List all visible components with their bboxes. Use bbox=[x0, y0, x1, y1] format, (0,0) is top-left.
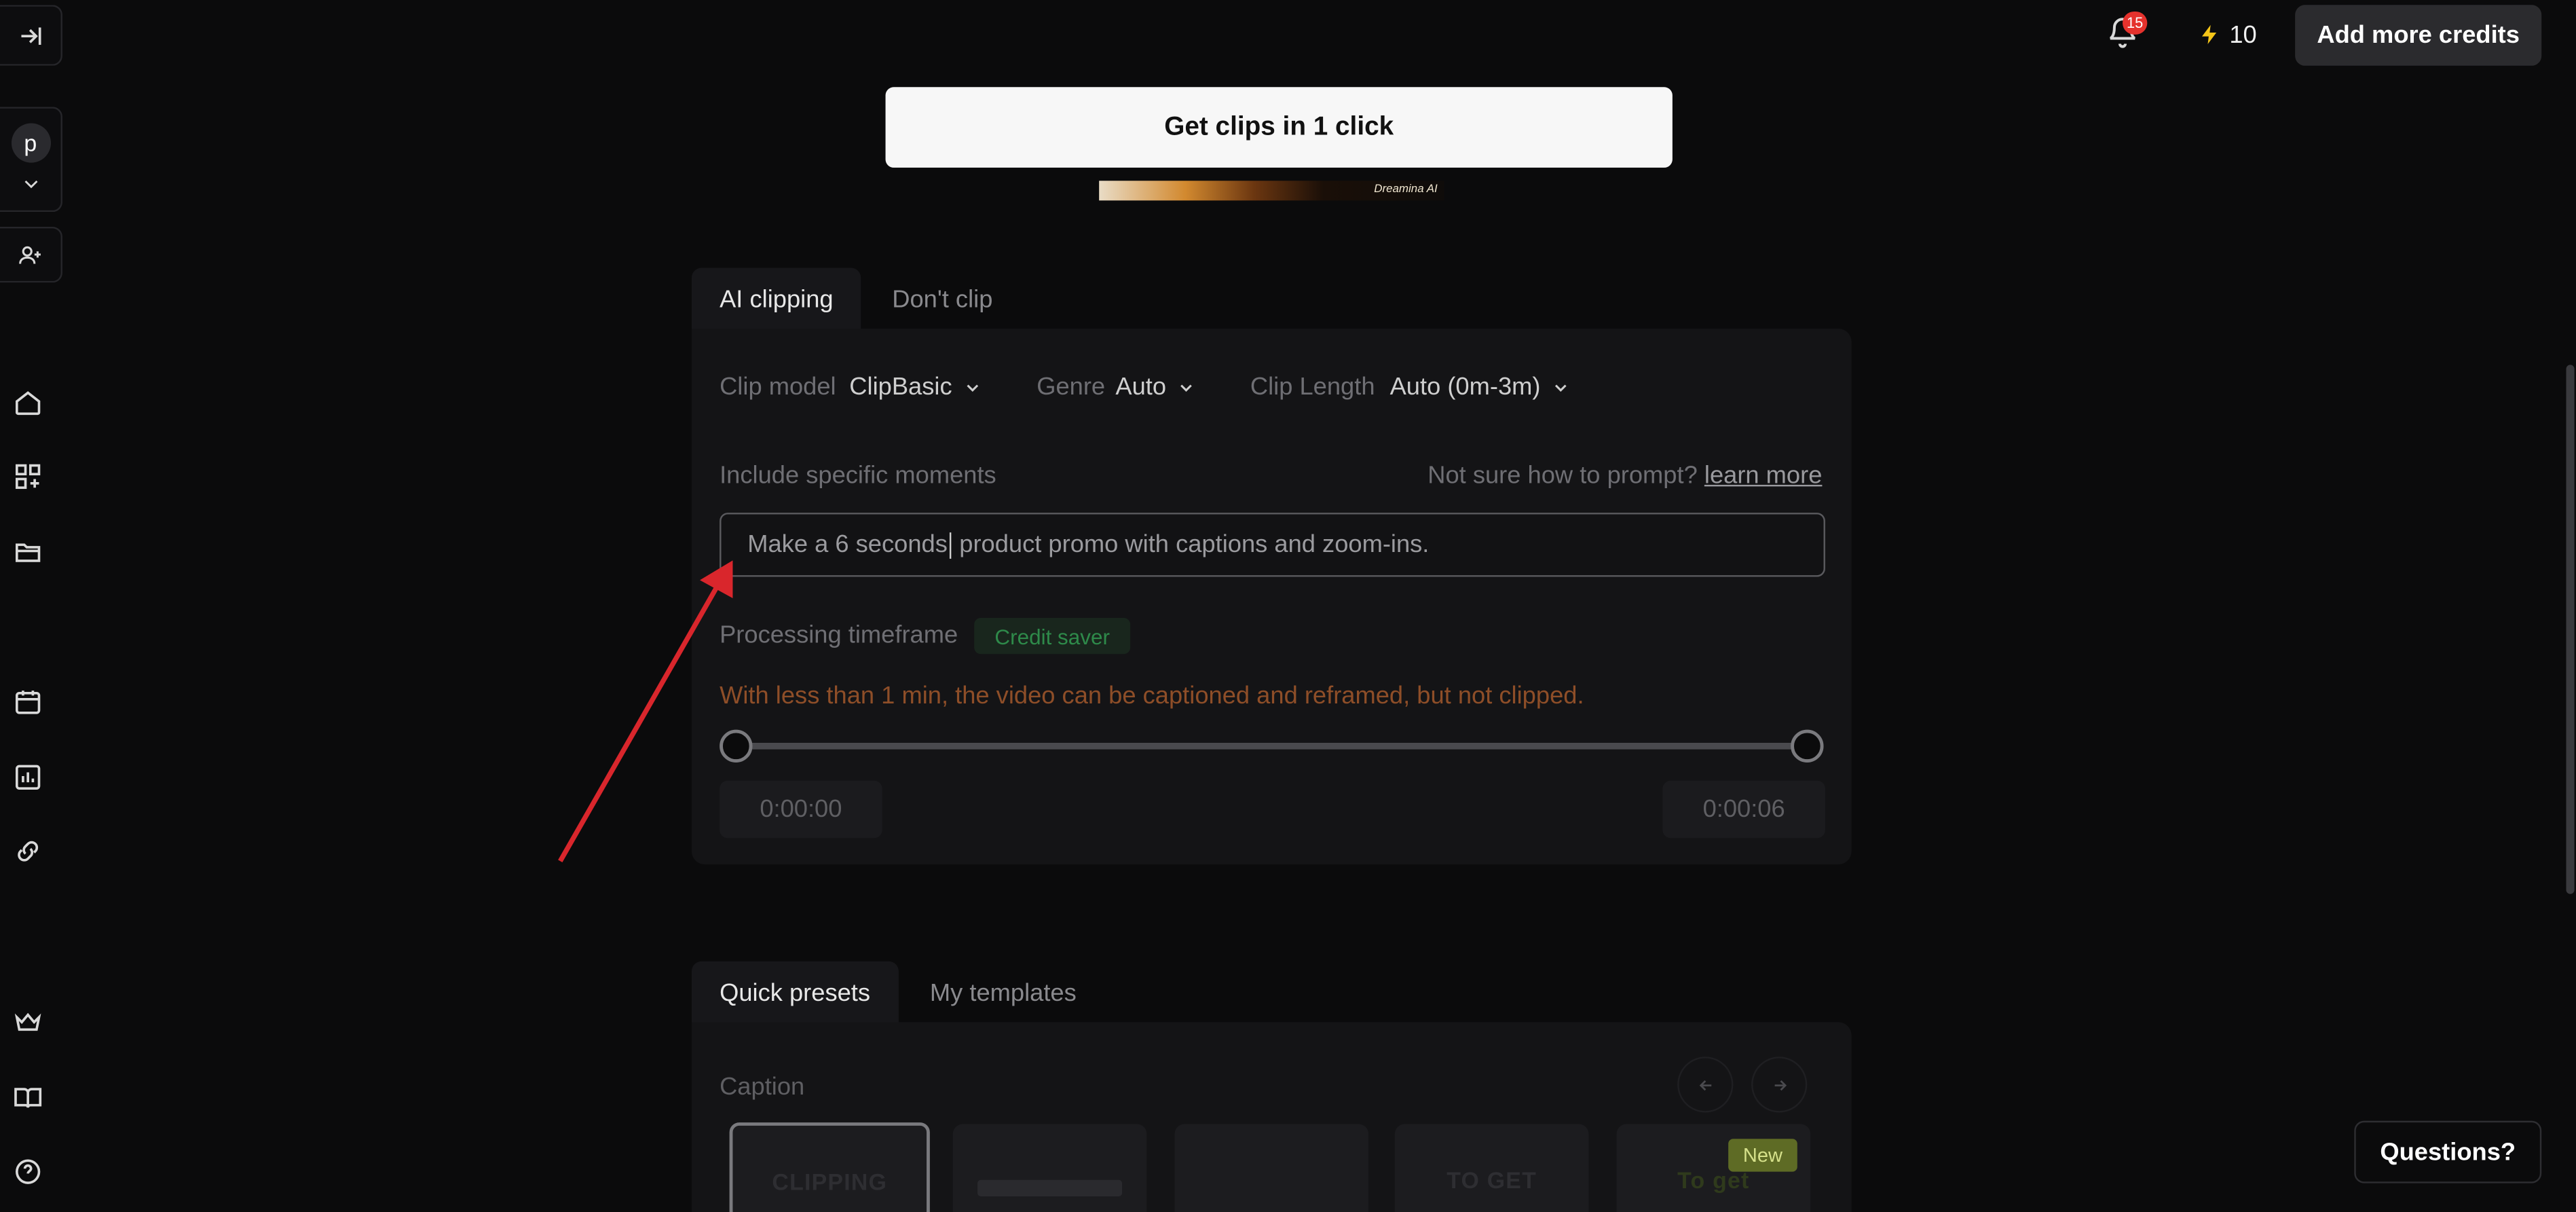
moments-prompt-input[interactable]: Make a 6 seconds product promo with capt… bbox=[720, 513, 1825, 577]
chevron-down-icon bbox=[1176, 377, 1196, 397]
genre-label: Genre bbox=[1037, 373, 1106, 401]
credit-saver-badge: Credit saver bbox=[974, 618, 1131, 655]
prompt-text-before-caret: Make a 6 seconds bbox=[747, 530, 948, 559]
genre-value: Auto bbox=[1115, 373, 1167, 401]
book-icon[interactable] bbox=[10, 1080, 46, 1116]
prompt-hint: Not sure how to prompt? learn more bbox=[1427, 462, 1822, 490]
link-icon[interactable] bbox=[10, 833, 46, 869]
home-icon[interactable] bbox=[10, 384, 46, 420]
credits-balance[interactable]: 10 bbox=[2198, 16, 2257, 52]
caption-preset-card[interactable]: CLIPPING bbox=[729, 1122, 930, 1212]
caption-preset-card[interactable]: TO GET bbox=[1394, 1124, 1589, 1212]
timeframe-slider-track[interactable] bbox=[734, 742, 1809, 750]
tab-my-templates[interactable]: My templates bbox=[902, 961, 1104, 1025]
presets-next-button[interactable] bbox=[1751, 1057, 1808, 1113]
collapse-sidebar-button[interactable] bbox=[0, 5, 62, 66]
genre-dropdown[interactable]: Auto bbox=[1115, 373, 1195, 401]
analytics-icon[interactable] bbox=[10, 759, 46, 795]
moments-label: Include specific moments bbox=[720, 462, 996, 490]
page-scrollbar[interactable] bbox=[2566, 365, 2575, 894]
clip-model-value: ClipBasic bbox=[849, 373, 952, 401]
clip-length-label: Clip Length bbox=[1250, 373, 1375, 401]
prompt-hint-text: Not sure how to prompt? bbox=[1427, 462, 1698, 490]
chevron-down-icon bbox=[19, 172, 42, 196]
collapse-sidebar-icon bbox=[16, 20, 45, 50]
tab-dont-clip[interactable]: Don't clip bbox=[864, 268, 1020, 332]
clip-model-dropdown[interactable]: ClipBasic bbox=[849, 373, 982, 401]
learn-more-link[interactable]: learn more bbox=[1704, 462, 1823, 490]
clip-length-dropdown[interactable]: Auto (0m-3m) bbox=[1390, 373, 1570, 401]
help-icon[interactable] bbox=[10, 1154, 46, 1190]
video-thumbnail: Dreamina AI bbox=[1099, 181, 1444, 201]
app-screen: p 15 10 Add more credits Get clips in 1 … bbox=[0, 0, 2576, 1212]
questions-button[interactable]: Questions? bbox=[2354, 1120, 2542, 1183]
caption-preset-card[interactable] bbox=[952, 1124, 1147, 1212]
presets-prev-button[interactable] bbox=[1677, 1057, 1734, 1113]
lightning-icon bbox=[2198, 23, 2221, 46]
add-user-icon bbox=[18, 242, 43, 267]
chevron-down-icon bbox=[1550, 377, 1570, 397]
credits-count: 10 bbox=[2229, 20, 2257, 49]
text-caret bbox=[949, 531, 951, 558]
chevron-down-icon bbox=[962, 377, 982, 397]
caption-label: Caption bbox=[720, 1073, 805, 1101]
notification-count-badge: 15 bbox=[2123, 11, 2148, 35]
folder-icon[interactable] bbox=[10, 534, 46, 570]
calendar-icon[interactable] bbox=[10, 684, 46, 720]
arrow-left-icon bbox=[1696, 1076, 1715, 1094]
clip-length-value: Auto (0m-3m) bbox=[1389, 373, 1541, 401]
preset-label-bar bbox=[977, 1179, 1123, 1196]
add-credits-button[interactable]: Add more credits bbox=[2295, 5, 2542, 66]
timeframe-start-handle[interactable] bbox=[720, 729, 753, 763]
arrow-right-icon bbox=[1770, 1076, 1789, 1094]
avatar: p bbox=[10, 123, 50, 163]
end-time-field[interactable]: 0:00:06 bbox=[1662, 780, 1825, 839]
new-badge: New bbox=[1728, 1139, 1797, 1172]
clip-model-label: Clip model bbox=[720, 373, 836, 401]
timeframe-warning: With less than 1 min, the video can be c… bbox=[720, 682, 1584, 710]
timeframe-end-handle[interactable] bbox=[1791, 729, 1824, 763]
thumbnail-watermark: Dreamina AI bbox=[1374, 184, 1438, 196]
tab-quick-presets[interactable]: Quick presets bbox=[691, 961, 899, 1026]
start-time-field[interactable]: 0:00:00 bbox=[720, 780, 882, 839]
get-clips-button[interactable]: Get clips in 1 click bbox=[885, 87, 1673, 168]
apps-icon[interactable] bbox=[10, 458, 46, 494]
prompt-text-after-caret: product promo with captions and zoom-ins… bbox=[952, 530, 1430, 559]
tab-ai-clipping[interactable]: AI clipping bbox=[691, 268, 861, 332]
crown-icon[interactable] bbox=[10, 1004, 46, 1040]
timeframe-label: Processing timeframe bbox=[720, 621, 958, 650]
workspace-switcher[interactable]: p bbox=[0, 107, 62, 213]
caption-preset-card[interactable] bbox=[1174, 1124, 1369, 1212]
invite-user-button[interactable] bbox=[0, 227, 62, 283]
